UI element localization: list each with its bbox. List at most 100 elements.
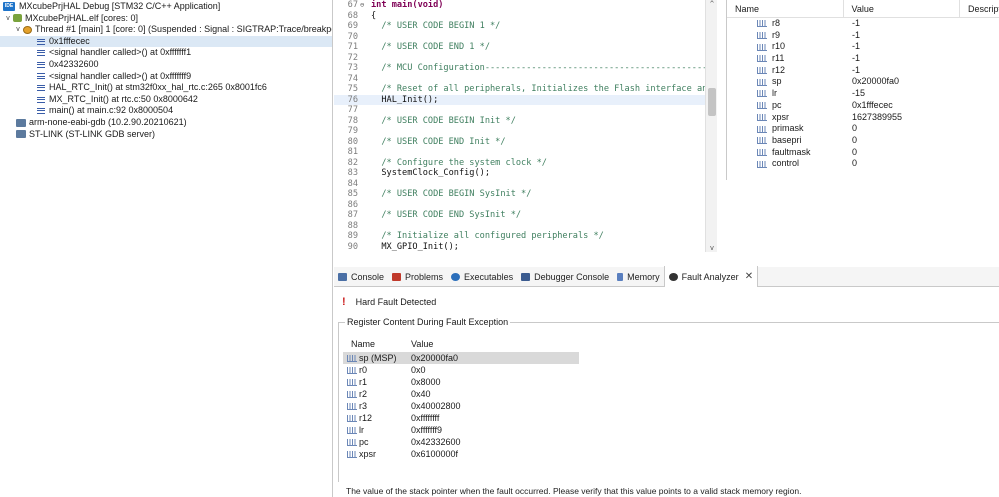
column-header[interactable]: Name [343, 337, 405, 352]
line-number: 68 [347, 10, 358, 21]
editor-scrollbar[interactable]: ^ v [705, 0, 717, 252]
register-icon [757, 102, 767, 110]
fault-analyzer-icon [668, 272, 678, 281]
code-line[interactable]: 76 HAL_Init(); [334, 94, 717, 106]
close-icon[interactable]: ✕ [745, 271, 753, 282]
chevron-down-icon[interactable]: v [4, 13, 12, 25]
code-editor[interactable]: 67 ⊖ int main(void) 68{69 /* USER CODE BEGI… [334, 0, 717, 252]
register-row[interactable]: xpsr 1627389955 [727, 112, 999, 124]
code-line[interactable]: 73 /* MCU Configuration-----------------… [334, 63, 717, 74]
code-line[interactable]: 88 [334, 221, 717, 232]
code-line[interactable]: 79 [334, 126, 717, 137]
register-icon [757, 148, 767, 156]
scrollbar-thumb[interactable] [708, 88, 716, 116]
register-icon [347, 354, 357, 362]
chevron-up-icon[interactable]: ^ [706, 0, 717, 8]
table-row[interactable]: r1 0x8000 [343, 376, 579, 388]
register-value: -1 [852, 53, 861, 64]
tree-item-elf[interactable]: v MXcubePrjHAL.elf [cores: 0] [0, 13, 332, 25]
code-line[interactable]: 81 [334, 147, 717, 158]
gutter [360, 231, 371, 242]
stack-frame-item[interactable]: <signal handler called>() at 0xfffffff9 [0, 71, 332, 83]
table-row[interactable]: r0 0x0 [343, 364, 579, 376]
column-header[interactable]: Value [844, 0, 960, 17]
registers-view: Name Value Descript r8 -1 r9 -1 r10 -1 r11 -1 r1… [726, 0, 999, 180]
tree-item-label: MXcubePrjHAL Debug [STM32 C/C++ Applicat… [19, 1, 221, 11]
column-header[interactable]: Name [727, 0, 844, 17]
column-header[interactable]: Descript [960, 0, 999, 17]
tab-console[interactable]: Console [334, 267, 388, 287]
fold-icon[interactable]: ⊖ [360, 0, 371, 11]
code-line[interactable]: 74 [334, 74, 717, 85]
stack-frame-icon [36, 49, 46, 58]
register-row[interactable]: basepri 0 [727, 135, 999, 147]
register-row[interactable]: pc 0x1fffecec [727, 100, 999, 112]
code-line[interactable]: 90 MX_GPIO_Init(); [334, 242, 717, 253]
line-number: 71 [347, 42, 358, 52]
stack-frame-item[interactable]: 0x42332600 [0, 59, 332, 71]
code-line[interactable]: 71 /* USER CODE END 1 */ [334, 42, 717, 53]
code-line[interactable]: 83 SystemClock_Config(); [334, 168, 717, 179]
code-line[interactable]: 77 [334, 105, 717, 116]
code-line[interactable]: 87 /* USER CODE END SysInit */ [334, 210, 717, 221]
register-value: -1 [852, 64, 861, 75]
table-row[interactable]: xpsr 0x6100000f [343, 448, 579, 460]
tab-label: Debugger Console [534, 271, 610, 282]
stack-frame-item[interactable]: main() at main.c:92 0x8000504 [0, 105, 332, 117]
table-row[interactable]: r3 0x40002800 [343, 400, 579, 412]
register-row[interactable]: control 0 [727, 158, 999, 170]
tab-fault-analyzer[interactable]: Fault Analyzer ✕ [663, 266, 759, 287]
code-line[interactable]: 70 [334, 32, 717, 43]
register-row[interactable]: r8 -1 [727, 18, 999, 30]
code-line[interactable]: 82 /* Configure the system clock */ [334, 158, 717, 169]
tree-item-thread[interactable]: v Thread #1 [main] 1 [core: 0] (Suspende… [0, 24, 332, 36]
tab-executables[interactable]: Executables [447, 267, 517, 287]
code-line[interactable]: 67 ⊖ int main(void) [334, 0, 717, 11]
register-row[interactable]: faultmask 0 [727, 147, 999, 159]
register-row[interactable]: r11 -1 [727, 53, 999, 65]
code-line[interactable]: 69 /* USER CODE BEGIN 1 */ [334, 21, 717, 32]
thread-icon [22, 25, 32, 34]
register-row[interactable]: r10 -1 [727, 41, 999, 53]
register-row[interactable]: r9 -1 [727, 30, 999, 42]
register-row[interactable]: lr -15 [727, 88, 999, 100]
stack-frame-item[interactable]: 0x1fffecec [0, 35, 332, 48]
chevron-down-icon[interactable]: v [706, 244, 717, 252]
chevron-down-icon[interactable]: v [14, 24, 22, 36]
code-line[interactable]: 72 [334, 53, 717, 64]
table-row[interactable]: r12 0xffffffff [343, 412, 579, 424]
column-header[interactable]: Value [405, 337, 433, 352]
code-line[interactable]: 85 /* USER CODE BEGIN SysInit */ [334, 189, 717, 200]
gutter [360, 95, 371, 106]
register-row[interactable]: sp 0x20000fa0 [727, 76, 999, 88]
tree-item-gdb[interactable]: arm-none-eabi-gdb (10.2.90.20210621) [0, 117, 332, 129]
stack-frame-item[interactable]: <signal handler called>() at 0xfffffff1 [0, 47, 332, 59]
tree-item-stlink[interactable]: ST-LINK (ST-LINK GDB server) [0, 129, 332, 141]
table-row[interactable]: pc 0x42332600 [343, 436, 579, 448]
register-value: -1 [852, 18, 861, 28]
register-row[interactable]: r12 -1 [727, 65, 999, 77]
code-line[interactable]: 68 { [334, 11, 717, 22]
stack-frame-item[interactable]: HAL_RTC_Init() at stm32f0xx_hal_rtc.c:26… [0, 82, 332, 94]
table-row[interactable]: sp (MSP) 0x20000fa0 [343, 352, 579, 364]
register-name: pc [727, 100, 844, 112]
code-text: SystemClock_Config(); [371, 168, 490, 178]
register-icon [347, 378, 357, 386]
code-line[interactable]: 80 /* USER CODE END Init */ [334, 137, 717, 148]
tab-memory[interactable]: Memory [613, 267, 664, 287]
fault-register-name: lr [343, 424, 405, 436]
code-line[interactable]: 84 [334, 179, 717, 190]
code-line[interactable]: 75 /* Reset of all peripherals, Initiali… [334, 84, 717, 95]
register-row[interactable]: primask 0 [727, 123, 999, 135]
stack-frame-item[interactable]: MX_RTC_Init() at rtc.c:50 0x8000642 [0, 94, 332, 106]
code-line[interactable]: 89 /* Initialize all configured peripher… [334, 231, 717, 242]
tree-item-launch[interactable]: IDE MXcubePrjHAL Debug [STM32 C/C++ Appl… [0, 1, 332, 13]
tab-problems[interactable]: Problems [388, 267, 447, 287]
code-line[interactable]: 86 [334, 200, 717, 211]
table-row[interactable]: r2 0x40 [343, 388, 579, 400]
tab-debugger-console[interactable]: Debugger Console [517, 267, 613, 287]
fault-register-name: xpsr [343, 448, 405, 460]
code-line[interactable]: 78 /* USER CODE BEGIN Init */ [334, 116, 717, 127]
table-row[interactable]: lr 0xfffffff9 [343, 424, 579, 436]
fault-register-name-text: pc [359, 437, 369, 447]
